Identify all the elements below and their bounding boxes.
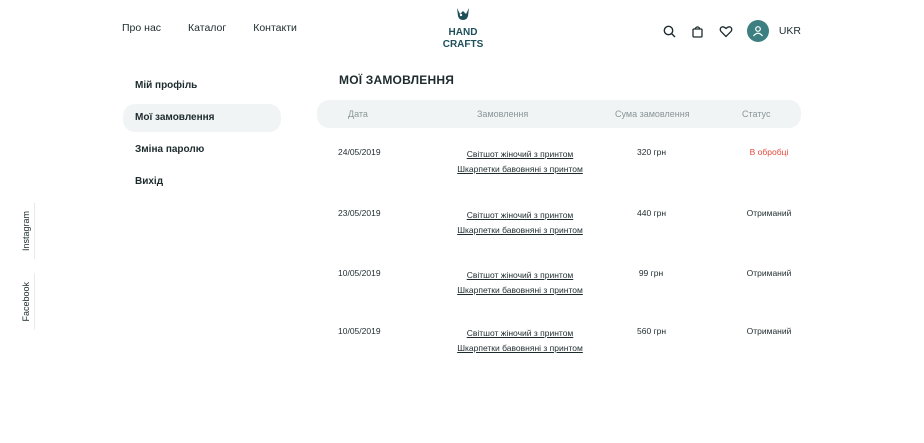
sidebar-item-change-password[interactable]: Зміна паролю <box>123 136 281 164</box>
order-status: Отриманий <box>746 208 792 218</box>
order-date: 10/05/2019 <box>338 268 381 278</box>
language-switch[interactable]: UKR <box>779 25 801 37</box>
order-items: Світшот жіночий з принтом Шкарпетки баво… <box>436 268 604 298</box>
order-item-link[interactable]: Світшот жіночий з принтом <box>436 208 604 223</box>
sidebar-item-orders[interactable]: Мої замовлення <box>123 104 281 132</box>
svg-text:HAND: HAND <box>449 27 478 38</box>
order-item-link[interactable]: Шкарпетки бавовняні з принтом <box>436 162 604 177</box>
user-icon <box>752 26 763 37</box>
order-item-link[interactable]: Шкарпетки бавовняні з принтом <box>436 283 604 298</box>
order-status: Отриманий <box>746 326 792 336</box>
order-date: 23/05/2019 <box>338 208 381 218</box>
order-status: Отриманий <box>746 268 792 278</box>
order-date: 24/05/2019 <box>338 147 381 157</box>
handcrafts-logo[interactable]: HAND CRAFTS <box>440 5 486 51</box>
order-date: 10/05/2019 <box>338 326 381 336</box>
sidebar-item-logout[interactable]: Вихід <box>123 168 281 196</box>
bag-icon[interactable] <box>689 22 707 40</box>
order-item-link[interactable]: Шкарпетки бавовняні з принтом <box>436 223 604 238</box>
order-status: В обробці <box>749 147 789 157</box>
orders-table-header: Дата Замовлення Сума замовлення Статус <box>317 100 801 128</box>
instagram-link[interactable]: Instagram <box>18 203 35 260</box>
search-icon[interactable] <box>661 22 679 40</box>
column-sum: Сума замовлення <box>615 109 690 119</box>
order-items: Світшот жіночий з принтом Шкарпетки баво… <box>436 326 604 356</box>
sidebar-item-profile[interactable]: Мій профіль <box>123 72 281 100</box>
order-item-link[interactable]: Шкарпетки бавовняні з принтом <box>436 341 604 356</box>
column-order: Замовлення <box>477 109 529 119</box>
order-sum: 560 грн <box>637 326 667 336</box>
order-sum: 440 грн <box>637 208 667 218</box>
user-avatar[interactable] <box>746 20 769 42</box>
facebook-link[interactable]: Facebook <box>18 274 35 330</box>
nav-about-link[interactable]: Про нас <box>122 22 161 34</box>
social-links: Instagram Facebook <box>18 203 36 345</box>
order-items: Світшот жіночий з принтом Шкарпетки баво… <box>436 147 604 177</box>
account-sidebar: Мій профіль Мої замовлення Зміна паролю … <box>123 72 281 200</box>
main-nav: Про нас Каталог Контакти <box>122 22 324 34</box>
order-item-link[interactable]: Світшот жіночий з принтом <box>436 326 604 341</box>
order-item-link[interactable]: Світшот жіночий з принтом <box>436 147 604 162</box>
order-items: Світшот жіночий з принтом Шкарпетки баво… <box>436 208 604 238</box>
nav-catalog-link[interactable]: Каталог <box>188 22 226 34</box>
order-sum: 320 грн <box>637 147 667 157</box>
column-date: Дата <box>348 109 368 119</box>
header-actions: UKR <box>651 20 801 42</box>
column-status: Статус <box>742 109 771 119</box>
order-item-link[interactable]: Світшот жіночий з принтом <box>436 268 604 283</box>
nav-contacts-link[interactable]: Контакти <box>253 22 297 34</box>
order-sum: 99 грн <box>638 268 664 278</box>
heart-icon[interactable] <box>717 22 735 40</box>
svg-text:CRAFTS: CRAFTS <box>443 39 484 50</box>
page-title: МОЇ ЗАМОВЛЕННЯ <box>339 73 455 87</box>
logo-icon: HAND CRAFTS <box>443 8 484 50</box>
